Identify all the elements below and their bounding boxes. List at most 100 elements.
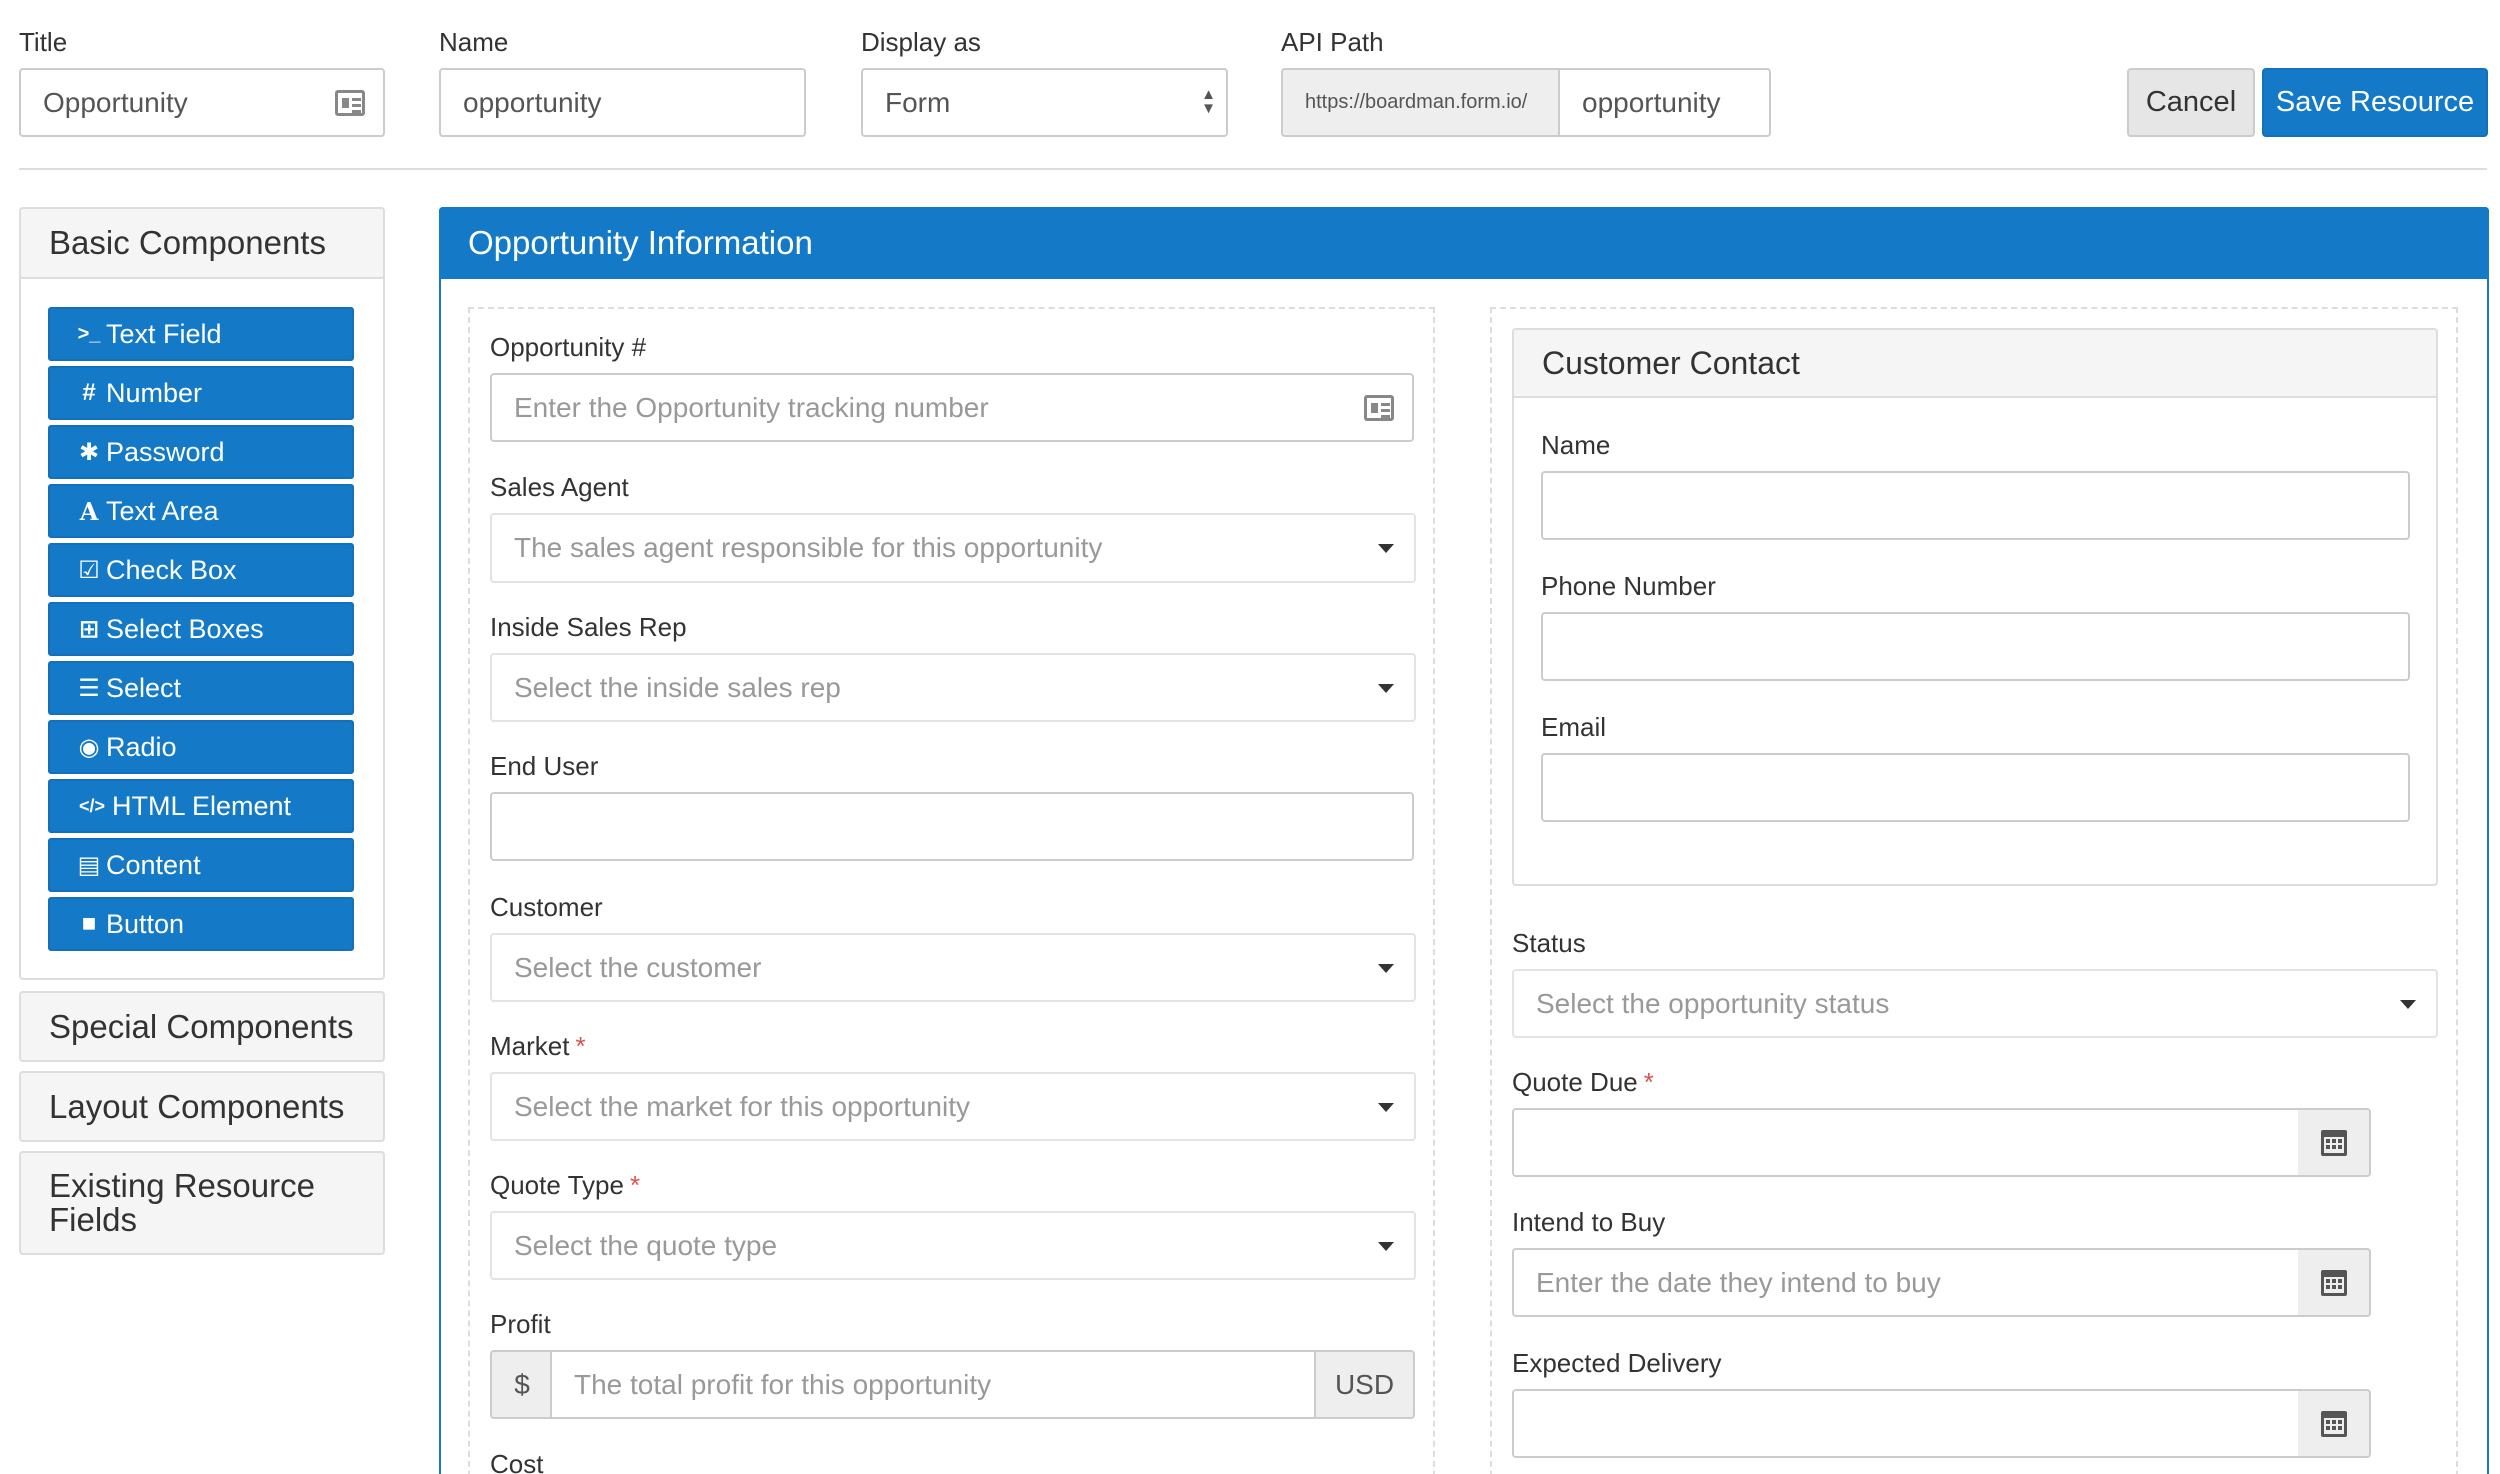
quote-due-label-text: Quote Due	[1512, 1067, 1638, 1097]
sales-agent-placeholder: The sales agent responsible for this opp…	[514, 532, 1103, 563]
id-card-icon	[1364, 394, 1394, 421]
basic-components-heading[interactable]: Basic Components	[19, 207, 385, 279]
caret-down-icon	[1378, 963, 1394, 973]
number-component-button[interactable]: # Number	[48, 366, 354, 420]
caret-down-icon	[1378, 1241, 1394, 1251]
status-label: Status	[1512, 928, 1586, 958]
end-user-label: End User	[490, 751, 599, 781]
hash-icon: #	[82, 379, 96, 406]
email-label: Email	[1541, 712, 1607, 742]
sales-agent-select[interactable]: The sales agent responsible for this opp…	[490, 513, 1416, 583]
select-boxes-component-button[interactable]: ⊞ Select Boxes	[48, 602, 354, 656]
intend-to-buy-label: Intend to Buy	[1512, 1207, 1666, 1237]
caret-down-icon	[2400, 999, 2416, 1009]
customer-placeholder: Select the customer	[514, 951, 762, 983]
existing-heading-line-2: Fields	[49, 1201, 138, 1238]
component-label: HTML Element	[112, 790, 292, 821]
plus-square-icon: ⊞	[78, 615, 100, 643]
cancel-button[interactable]: Cancel	[2127, 68, 2255, 137]
status-select[interactable]: Select the opportunity status	[1512, 969, 2438, 1038]
button-component-button[interactable]: ■ Button	[48, 897, 354, 951]
select-component-button[interactable]: ☰ Select	[48, 661, 354, 715]
text-field-component-button[interactable]: >_ Text Field	[48, 307, 354, 361]
expected-delivery-input[interactable]	[1512, 1389, 2300, 1458]
display-as-label: Display as	[861, 27, 981, 57]
display-as-select[interactable]: Form ▲ ▼	[861, 68, 1228, 137]
status-placeholder: Select the opportunity status	[1536, 987, 1890, 1019]
customer-select[interactable]: Select the customer	[490, 933, 1416, 1002]
content-component-button[interactable]: ▤ Content	[48, 838, 354, 892]
layout-components-heading[interactable]: Layout Components	[19, 1071, 385, 1142]
component-label: Text Field	[106, 318, 222, 349]
profit-input[interactable]: The total profit for this opportunity	[550, 1350, 1316, 1419]
phone-number-input[interactable]	[1541, 612, 2410, 681]
quote-due-input[interactable]	[1512, 1108, 2300, 1177]
calendar-icon	[2320, 1410, 2347, 1437]
market-select[interactable]: Select the market for this opportunity	[490, 1072, 1416, 1141]
terminal-icon: >_	[77, 322, 101, 345]
contact-name-input[interactable]	[1541, 471, 2410, 540]
display-as-value: Form	[885, 86, 951, 118]
stop-icon: ■	[81, 910, 97, 937]
text-area-component-button[interactable]: A Text Area	[48, 484, 354, 538]
profit-placeholder: The total profit for this opportunity	[574, 1368, 992, 1400]
quote-type-select[interactable]: Select the quote type	[490, 1211, 1416, 1280]
market-placeholder: Select the market for this opportunity	[514, 1090, 970, 1122]
existing-resource-fields-heading[interactable]: Existing Resource Fields	[19, 1151, 385, 1255]
title-label: Title	[19, 27, 68, 57]
calendar-icon	[2320, 1129, 2347, 1156]
font-icon: A	[79, 496, 99, 526]
quote-due-calendar-button[interactable]	[2298, 1108, 2371, 1177]
component-label: Password	[106, 436, 225, 467]
updown-arrow-icon: ▲ ▼	[1201, 86, 1216, 117]
title-input[interactable]: Opportunity	[19, 68, 385, 137]
name-input[interactable]: opportunity	[439, 68, 806, 137]
api-path-value: opportunity	[1582, 86, 1721, 118]
sales-agent-label: Sales Agent	[490, 472, 629, 502]
cost-label: Cost	[490, 1449, 544, 1474]
panel-title: Opportunity Information	[439, 207, 2489, 279]
component-label: Select	[106, 672, 182, 703]
email-input[interactable]	[1541, 753, 2410, 822]
existing-heading-line-1: Existing Resource	[49, 1167, 315, 1204]
check-square-icon: ☑	[78, 556, 100, 584]
end-user-input[interactable]	[490, 792, 1414, 861]
component-label: Check Box	[106, 554, 237, 585]
id-card-icon	[335, 89, 365, 116]
opportunity-number-input[interactable]: Enter the Opportunity tracking number	[490, 373, 1414, 442]
api-path-input[interactable]: opportunity	[1558, 68, 1771, 137]
intend-to-buy-input[interactable]: Enter the date they intend to buy	[1512, 1248, 2300, 1317]
intend-to-buy-calendar-button[interactable]	[2298, 1248, 2371, 1317]
check-box-component-button[interactable]: ☑ Check Box	[48, 543, 354, 597]
inside-sales-rep-placeholder: Select the inside sales rep	[514, 671, 841, 703]
quote-type-placeholder: Select the quote type	[514, 1229, 778, 1261]
required-asterisk: *	[575, 1031, 586, 1061]
profit-label: Profit	[490, 1309, 551, 1339]
api-path-prefix: https://boardman.form.io/	[1281, 68, 1560, 137]
market-label: Market *	[490, 1030, 586, 1062]
caret-down-icon	[1378, 544, 1394, 553]
caret-down-icon	[1378, 1102, 1394, 1112]
radio-component-button[interactable]: ◉ Radio	[48, 720, 354, 774]
inside-sales-rep-label: Inside Sales Rep	[490, 612, 687, 642]
password-component-button[interactable]: ✱ Password	[48, 425, 354, 479]
component-label: Text Area	[106, 495, 219, 526]
quote-type-label-text: Quote Type	[490, 1170, 624, 1200]
title-input-value: Opportunity	[43, 86, 188, 118]
asterisk-icon: ✱	[78, 438, 100, 466]
name-label: Name	[439, 27, 509, 57]
inside-sales-rep-select[interactable]: Select the inside sales rep	[490, 653, 1416, 722]
calendar-icon	[2320, 1269, 2347, 1296]
required-asterisk: *	[1643, 1067, 1654, 1097]
save-resource-button[interactable]: Save Resource	[2262, 68, 2488, 137]
html-element-component-button[interactable]: </> HTML Element	[48, 779, 354, 833]
component-label: Content	[106, 849, 201, 880]
profit-currency-suffix: USD	[1314, 1350, 1415, 1419]
special-components-heading[interactable]: Special Components	[19, 991, 385, 1062]
customer-label: Customer	[490, 892, 603, 922]
api-path-label: API Path	[1281, 27, 1384, 57]
component-label: Number	[106, 377, 203, 408]
contact-name-label: Name	[1541, 430, 1611, 460]
quote-due-label: Quote Due *	[1512, 1066, 1654, 1098]
expected-delivery-calendar-button[interactable]	[2298, 1389, 2371, 1458]
